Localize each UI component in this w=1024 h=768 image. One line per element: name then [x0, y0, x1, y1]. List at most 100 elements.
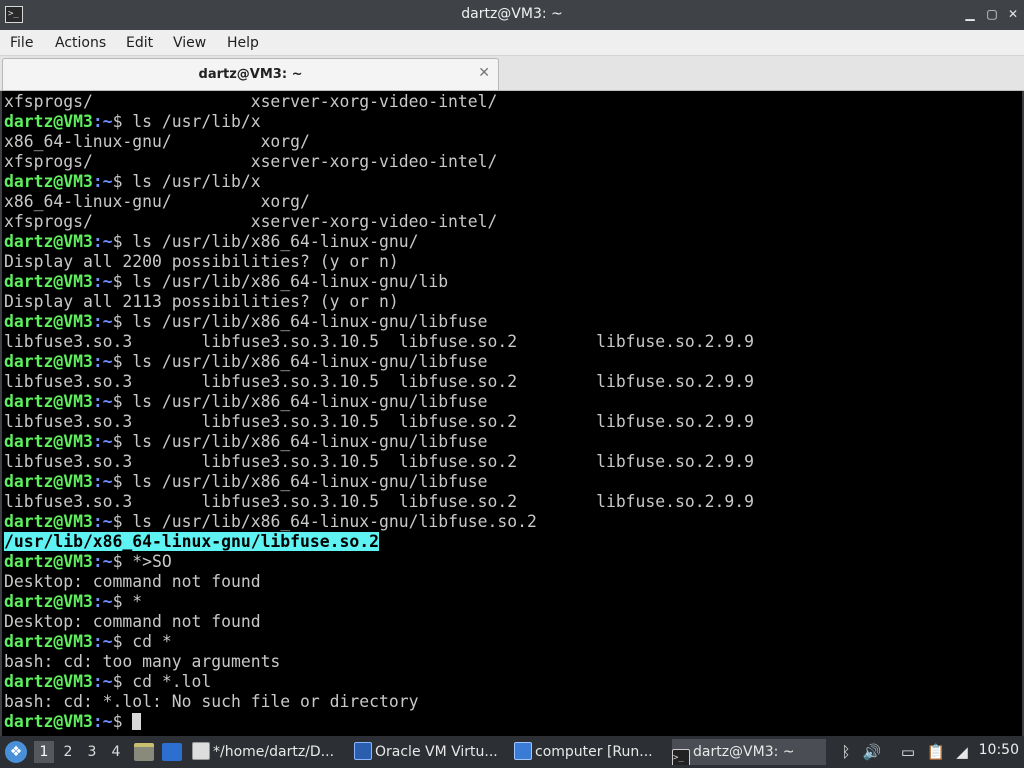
prompt-user: dartz@VM3: [4, 512, 93, 531]
clipboard-icon[interactable]: 📋: [926, 742, 946, 762]
vm-window-icon: [514, 742, 532, 760]
workspace-4[interactable]: 4: [106, 741, 126, 763]
command-text: $ cd *.lol: [112, 672, 212, 691]
menu-view[interactable]: View: [173, 35, 206, 51]
command-text: $ ls /usr/lib/x86_64-linux-gnu/libfuse.s…: [112, 512, 537, 531]
tab-terminal[interactable]: dartz@VM3: ~ ✕: [2, 58, 499, 90]
terminal-output-line: libfuse3.so.3 libfuse3.so.3.10.5 libfuse…: [4, 332, 754, 351]
terminal-output[interactable]: xfsprogs/ xserver-xorg-video-intel/dartz…: [0, 91, 1024, 736]
menu-bar: File Actions Edit View Help: [0, 30, 1024, 56]
network-icon[interactable]: ◢: [952, 742, 972, 762]
terminal-command-line: dartz@VM3:~$ ls /usr/lib/x86_64-linux-gn…: [4, 232, 754, 252]
prompt-path: :~: [92, 672, 113, 691]
terminal-output-line: bash: cd: *.lol: No such file or directo…: [4, 692, 419, 711]
close-button[interactable]: ✕: [1005, 6, 1021, 22]
clock[interactable]: 10:50: [979, 742, 1019, 758]
task-terminal[interactable]: >_ dartz@VM3: ~: [672, 739, 826, 765]
terminal-command-line: dartz@VM3:~$ ls /usr/lib/x86_64-linux-gn…: [4, 512, 754, 532]
terminal-command-line: dartz@VM3:~$ cd *.lol: [4, 672, 754, 692]
terminal-output-line: libfuse3.so.3 libfuse3.so.3.10.5 libfuse…: [4, 372, 754, 391]
prompt-path: :~: [92, 512, 113, 531]
terminal-lines: xfsprogs/ xserver-xorg-video-intel/dartz…: [4, 92, 754, 732]
prompt-user: dartz@VM3: [4, 472, 93, 491]
command-text: $ ls /usr/lib/x86_64-linux-gnu/libfuse: [112, 312, 488, 331]
task-label: dartz@VM3: ~: [693, 744, 795, 760]
terminal-output-line: x86_64-linux-gnu/ xorg/: [4, 132, 310, 151]
prompt-path: :~: [92, 312, 113, 331]
terminal-command-line: dartz@VM3:~$ ls /usr/lib/x86_64-linux-gn…: [4, 472, 754, 492]
terminal-output-line: xfsprogs/ xserver-xorg-video-intel/: [4, 92, 498, 111]
virtualbox-icon: [354, 742, 372, 760]
command-text: $ ls /usr/lib/x86_64-linux-gnu/libfuse: [112, 352, 488, 371]
tab-bar: dartz@VM3: ~ ✕: [0, 56, 1024, 91]
prompt-path: :~: [92, 432, 113, 451]
window-title: dartz@VM3: ~: [461, 6, 563, 22]
task-label: Oracle VM Virtu...: [375, 744, 498, 760]
prompt-path: :~: [92, 112, 113, 131]
terminal-command-line: dartz@VM3:~$ *>SO: [4, 552, 754, 572]
prompt-path: :~: [92, 172, 113, 191]
prompt-user: dartz@VM3: [4, 672, 93, 691]
minimize-button[interactable]: ▁: [962, 6, 978, 22]
display-icon[interactable]: ▭: [898, 742, 918, 762]
terminal-output-line: libfuse3.so.3 libfuse3.so.3.10.5 libfuse…: [4, 412, 754, 431]
terminal-output-line: /usr/lib/x86_64-linux-gnu/libfuse.so.2: [4, 532, 754, 552]
terminal-command-line: dartz@VM3:~$ ls /usr/lib/x: [4, 172, 754, 192]
start-menu-icon[interactable]: ❖: [5, 741, 27, 763]
desktop-icon[interactable]: [162, 743, 182, 761]
maximize-button[interactable]: ▢: [984, 6, 1000, 22]
terminal-command-line: dartz@VM3:~$ cd *: [4, 632, 754, 652]
terminal-command-line: dartz@VM3:~$ ls /usr/lib/x86_64-linux-gn…: [4, 392, 754, 412]
prompt-path: :~: [92, 232, 113, 251]
task-label: */home/dartz/D...: [213, 744, 335, 760]
command-text: $ ls /usr/lib/x86_64-linux-gnu/: [112, 232, 419, 251]
prompt-user: dartz@VM3: [4, 312, 93, 331]
menu-edit[interactable]: Edit: [126, 35, 153, 51]
bluetooth-icon[interactable]: ᛒ: [836, 742, 856, 762]
terminal-command-line: dartz@VM3:~$ ls /usr/lib/x86_64-linux-gn…: [4, 352, 754, 372]
prompt-user: dartz@VM3: [4, 112, 93, 131]
task-label: computer [Run...: [535, 744, 653, 760]
terminal-output-line: bash: cd: too many arguments: [4, 652, 281, 671]
task-text-editor[interactable]: */home/dartz/D...: [192, 739, 350, 765]
terminal-command-line: dartz@VM3:~$ ls /usr/lib/x86_64-linux-gn…: [4, 272, 754, 292]
prompt-path: :~: [92, 392, 113, 411]
terminal-output-line: Display all 2113 possibilities? (y or n): [4, 292, 399, 311]
terminal-command-line: dartz@VM3:~$ ls /usr/lib/x86_64-linux-gn…: [4, 312, 754, 332]
menu-file[interactable]: File: [10, 35, 33, 51]
terminal-command-line: dartz@VM3:~$: [4, 712, 754, 732]
terminal-icon: >_: [672, 749, 690, 765]
command-text: $ cd *: [112, 632, 172, 651]
workspace-2[interactable]: 2: [58, 741, 78, 763]
command-text: $: [112, 712, 133, 731]
command-text: $ *: [112, 592, 143, 611]
tab-label: dartz@VM3: ~: [198, 67, 303, 82]
prompt-path: :~: [92, 352, 113, 371]
terminal-output-line: Display all 2200 possibilities? (y or n): [4, 252, 399, 271]
terminal-output-line: Desktop: command not found: [4, 612, 261, 631]
menu-help[interactable]: Help: [227, 35, 259, 51]
volume-icon[interactable]: 🔊: [862, 742, 882, 762]
terminal-output-line: libfuse3.so.3 libfuse3.so.3.10.5 libfuse…: [4, 492, 754, 511]
prompt-user: dartz@VM3: [4, 172, 93, 191]
command-text: $ ls /usr/lib/x86_64-linux-gnu/libfuse: [112, 392, 488, 411]
terminal-output-line: xfsprogs/ xserver-xorg-video-intel/: [4, 212, 498, 231]
prompt-user: dartz@VM3: [4, 592, 93, 611]
taskbar: ❖ 1 2 3 4 */home/dartz/D... Oracle VM Vi…: [0, 736, 1024, 768]
prompt-path: :~: [92, 712, 113, 731]
prompt-path: :~: [92, 592, 113, 611]
workspace-3[interactable]: 3: [82, 741, 102, 763]
file-manager-icon[interactable]: [134, 743, 154, 761]
task-vm-window[interactable]: computer [Run...: [514, 739, 666, 765]
prompt-path: :~: [92, 472, 113, 491]
terminal-command-line: dartz@VM3:~$ ls /usr/lib/x86_64-linux-gn…: [4, 432, 754, 452]
tab-close-icon[interactable]: ✕: [478, 65, 490, 81]
command-text: $ ls /usr/lib/x: [112, 172, 261, 191]
workspace-1[interactable]: 1: [34, 741, 54, 763]
terminal-command-line: dartz@VM3:~$ *: [4, 592, 754, 612]
command-text: $ *>SO: [112, 552, 172, 571]
window-titlebar[interactable]: >_ dartz@VM3: ~ ▁ ▢ ✕: [0, 0, 1024, 30]
task-virtualbox[interactable]: Oracle VM Virtu...: [354, 739, 510, 765]
menu-actions[interactable]: Actions: [55, 35, 106, 51]
text-editor-icon: [192, 742, 210, 760]
